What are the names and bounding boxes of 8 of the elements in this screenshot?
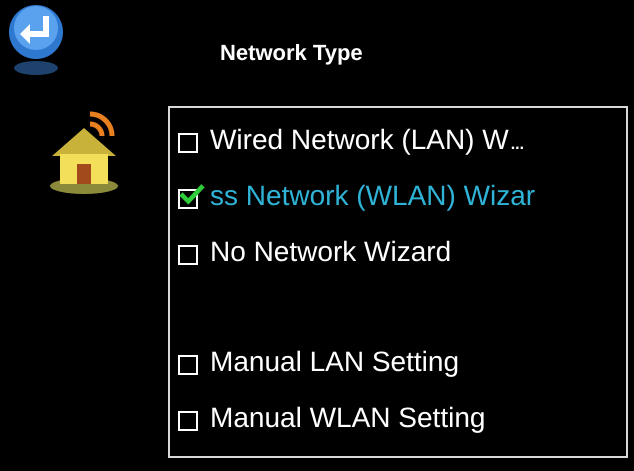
network-option[interactable]: No Network Wizard (178, 224, 626, 280)
network-option[interactable]: Wired Network (LAN) W... (178, 112, 626, 168)
screen-title: Network Type (220, 40, 364, 67)
network-option[interactable]: ss Network (WLAN) Wizar (178, 168, 626, 224)
network-option[interactable]: Manual LAN Setting (178, 334, 626, 390)
checkbox[interactable] (178, 183, 206, 209)
back-icon[interactable] (6, 2, 66, 78)
network-option[interactable]: Manual WLAN Setting (178, 390, 626, 446)
